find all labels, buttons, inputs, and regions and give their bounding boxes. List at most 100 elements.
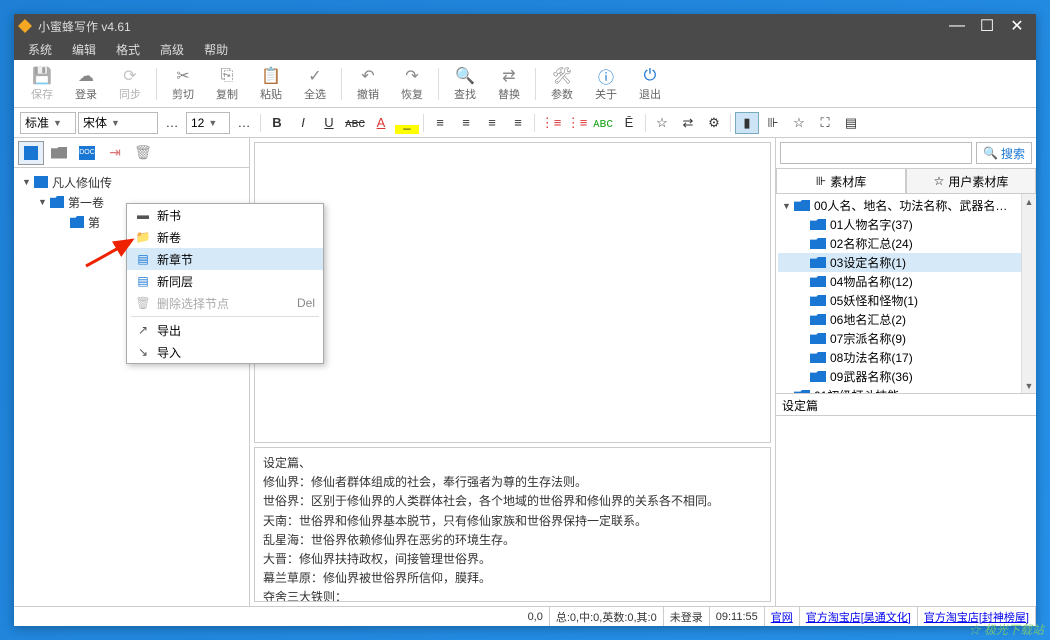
new-doc-button[interactable]: DOC [74, 141, 100, 165]
cm-删除选择节点[interactable]: 🗑删除选择节点Del [127, 292, 323, 314]
size-combo[interactable]: 12▼ [186, 112, 230, 134]
menu-help[interactable]: 帮助 [194, 39, 238, 60]
lib-item[interactable]: 01人物名字(37) [778, 215, 1034, 234]
lib-item[interactable]: 04物品名称(12) [778, 272, 1034, 291]
window-title: 小蜜蜂写作 v4.61 [38, 18, 942, 35]
format-toolbar: 标准▼ 宋体▼ … 12▼ … B I U ᴀʙᴄ A _ ≡ ≡ ≡ ≡ ⋮≡… [14, 108, 1036, 138]
status-link-site[interactable]: 官网 [765, 607, 800, 626]
highlight-button[interactable]: _ [395, 112, 419, 134]
tree-root[interactable]: 凡人修仙传 [52, 174, 112, 191]
app-icon [18, 19, 32, 33]
menu-system[interactable]: 系统 [18, 39, 62, 60]
search-input[interactable] [780, 142, 972, 164]
lib-item[interactable]: 06地名汇总(2) [778, 310, 1034, 329]
status-link-shop2[interactable]: 官方淘宝店[封神榜屋] [918, 607, 1036, 626]
tb-replace[interactable]: ⇄替换 [487, 62, 531, 106]
menu-format[interactable]: 格式 [106, 39, 150, 60]
menubar: 系统 编辑 格式 高级 帮助 [14, 38, 1036, 60]
maximize-button[interactable]: ☐ [972, 16, 1002, 36]
view1-button[interactable]: ▮ [735, 112, 759, 134]
scrollbar[interactable]: ▲▼ [1021, 194, 1036, 393]
statusbar: 0,0 总:0,中:0,英数:0,其:0 未登录 09:11:55 官网 官方淘… [14, 606, 1036, 626]
notes-area[interactable]: 设定篇、修仙界：修仙者群体组成的社会，奉行强者为尊的生存法则。世俗界：区别于修仙… [254, 447, 771, 602]
delete-button[interactable]: 🗑 [130, 141, 156, 165]
menu-edit[interactable]: 编辑 [62, 39, 106, 60]
tb-paste[interactable]: 📋粘贴 [249, 62, 293, 106]
tab-library[interactable]: ⊪素材库 [776, 168, 906, 193]
star-button[interactable]: ☆ [650, 112, 674, 134]
new-book-button[interactable] [18, 141, 44, 165]
bookmark-button[interactable]: ☆ [787, 112, 811, 134]
tree-chapter[interactable]: 第 [88, 214, 100, 231]
right-pane: 🔍搜索 ⊪素材库 ☆用户素材库 ▲▼ ▼00人名、地名、功法名称、武器名…01人… [776, 138, 1036, 606]
cm-导入[interactable]: ↘导入 [127, 341, 323, 363]
cm-新卷[interactable]: 📁新卷 [127, 226, 323, 248]
status-pos: 0,0 [522, 607, 550, 626]
status-time: 09:11:55 [710, 607, 765, 626]
tb-redo[interactable]: ↷恢复 [390, 62, 434, 106]
list-bullet-button[interactable]: ⋮≡ [565, 112, 589, 134]
lib-item[interactable]: 07宗派名称(9) [778, 329, 1034, 348]
main-toolbar: 💾保存☁登录⟳同步✂剪切⎘复制📋粘贴✓全选↶撤销↷恢复🔍查找⇄替换🛠参数ⓘ关于⏻… [14, 60, 1036, 108]
cm-新书[interactable]: ▬新书 [127, 204, 323, 226]
align-left-button[interactable]: ≡ [428, 112, 452, 134]
fullscreen-button[interactable]: ⛶ [813, 112, 837, 134]
lib-item[interactable]: 05妖怪和怪物(1) [778, 291, 1034, 310]
view2-button[interactable]: ⊪ [761, 112, 785, 134]
tb-about[interactable]: ⓘ关于 [584, 62, 628, 106]
font-combo[interactable]: 宋体▼ [78, 112, 158, 134]
style-combo[interactable]: 标准▼ [20, 112, 76, 134]
align-right-button[interactable]: ≡ [480, 112, 504, 134]
lib-item[interactable]: 08功法名称(17) [778, 348, 1034, 367]
font-ellipsis[interactable]: … [160, 112, 184, 134]
tb-find[interactable]: 🔍查找 [443, 62, 487, 106]
tb-save[interactable]: 💾保存 [20, 62, 64, 106]
search-button[interactable]: 🔍搜索 [976, 142, 1032, 164]
fontcolor-button[interactable]: A [369, 112, 393, 134]
tree-volume[interactable]: 第一卷 [68, 194, 104, 211]
status-link-shop1[interactable]: 官方淘宝店[昊通文化] [800, 607, 918, 626]
editor-area[interactable] [254, 142, 771, 443]
library-tree[interactable]: ▲▼ ▼00人名、地名、功法名称、武器名…01人物名字(37)02名称汇总(24… [776, 194, 1036, 394]
tb-login[interactable]: ☁登录 [64, 62, 108, 106]
close-button[interactable]: ✕ [1002, 16, 1032, 36]
cm-导出[interactable]: ↗导出 [127, 319, 323, 341]
indent-button[interactable]: ⇥ [102, 141, 128, 165]
preview-title: 设定篇 [776, 394, 1036, 416]
titlebar: 小蜜蜂写作 v4.61 — ☐ ✕ [14, 14, 1036, 38]
size-ellipsis[interactable]: … [232, 112, 256, 134]
clearfmt-button[interactable]: Ē [617, 112, 641, 134]
center-pane: 设定篇、修仙界：修仙者群体组成的社会，奉行强者为尊的生存法则。世俗界：区别于修仙… [250, 138, 776, 606]
left-toolbar: DOC ⇥ 🗑 [14, 138, 249, 168]
cm-新同层[interactable]: ▤新同层 [127, 270, 323, 292]
context-menu: ▬新书📁新卷▤新章节▤新同层🗑删除选择节点Del ↗导出↘导入 [126, 203, 324, 364]
spell-button[interactable]: ᴀʙᴄ [591, 112, 615, 134]
italic-button[interactable]: I [291, 112, 315, 134]
lib-item[interactable]: ▼00人名、地名、功法名称、武器名… [778, 196, 1034, 215]
lib-item[interactable]: 02名称汇总(24) [778, 234, 1034, 253]
tab-user-library[interactable]: ☆用户素材库 [906, 168, 1036, 193]
tb-copy[interactable]: ⎘复制 [205, 62, 249, 106]
replace-button[interactable]: ⇄ [676, 112, 700, 134]
gear-button[interactable]: ⚙ [702, 112, 726, 134]
strike-button[interactable]: ᴀʙᴄ [343, 112, 367, 134]
tb-exit[interactable]: ⏻退出 [628, 62, 672, 106]
tb-param[interactable]: 🛠参数 [540, 62, 584, 106]
lib-item[interactable]: 09武器名称(36) [778, 367, 1034, 386]
layout-button[interactable]: ▤ [839, 112, 863, 134]
tb-undo[interactable]: ↶撤销 [346, 62, 390, 106]
tb-cut[interactable]: ✂剪切 [161, 62, 205, 106]
tb-sync[interactable]: ⟳同步 [108, 62, 152, 106]
list-num-button[interactable]: ⋮≡ [539, 112, 563, 134]
new-folder-button[interactable] [46, 141, 72, 165]
tb-selall[interactable]: ✓全选 [293, 62, 337, 106]
align-center-button[interactable]: ≡ [454, 112, 478, 134]
align-justify-button[interactable]: ≡ [506, 112, 530, 134]
lib-item[interactable]: 03设定名称(1) [778, 253, 1034, 272]
bold-button[interactable]: B [265, 112, 289, 134]
cm-新章节[interactable]: ▤新章节 [127, 248, 323, 270]
minimize-button[interactable]: — [942, 17, 972, 35]
menu-advanced[interactable]: 高级 [150, 39, 194, 60]
underline-button[interactable]: U [317, 112, 341, 134]
lib-item[interactable]: ▸01初级打斗技能 [778, 386, 1034, 394]
